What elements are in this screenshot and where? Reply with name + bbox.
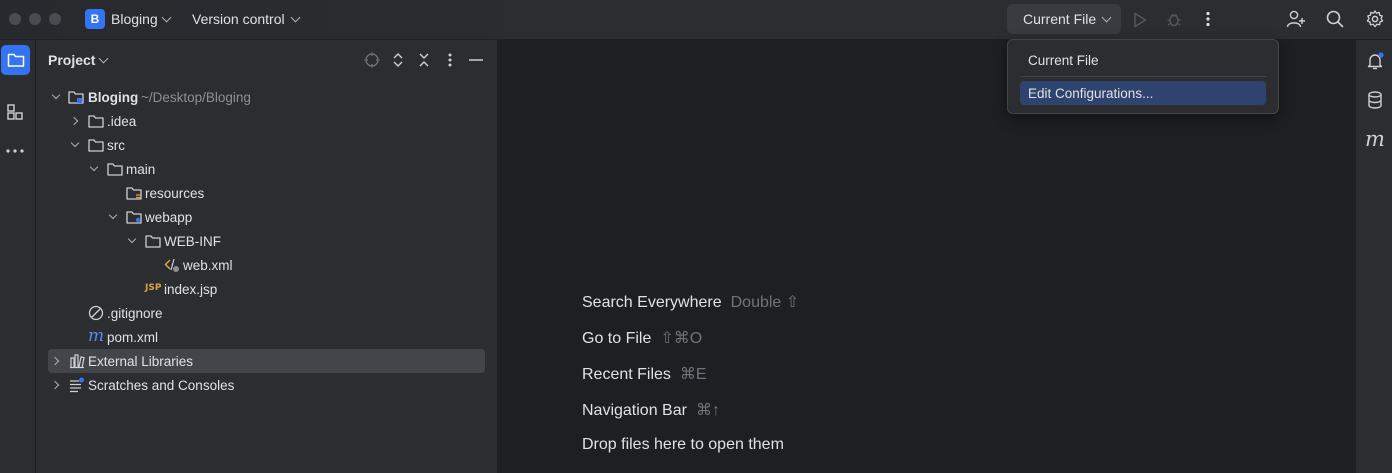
- hint-drop-files: Drop files here to open them: [582, 436, 784, 454]
- search-icon[interactable]: [1325, 9, 1345, 29]
- tree-item-path: ~/Desktop/Bloging: [141, 89, 251, 105]
- more-tool-windows-icon[interactable]: [4, 141, 26, 161]
- hint-shortcut: ⌘↑: [695, 402, 720, 419]
- hint-shortcut: Double ⇧: [730, 294, 800, 311]
- module-folder-icon: [68, 89, 84, 108]
- chevron-down-icon: [290, 12, 301, 23]
- close-window-button[interactable]: [9, 13, 21, 25]
- hint-label: Navigation Bar: [582, 402, 687, 419]
- run-configuration-selector[interactable]: Current File: [1007, 4, 1121, 34]
- version-control-label: Version control: [192, 11, 285, 27]
- hint-label: Go to File: [582, 330, 652, 347]
- maven-tool-icon[interactable]: m: [1364, 127, 1386, 151]
- hide-panel-icon[interactable]: [467, 51, 485, 69]
- project-badge-icon: B: [85, 9, 105, 29]
- left-tool-stripe: [0, 40, 36, 473]
- ignore-file-icon: [88, 305, 104, 324]
- minimize-window-button[interactable]: [29, 13, 41, 25]
- library-icon: [69, 353, 85, 372]
- project-name: Bloging: [111, 11, 158, 27]
- run-configuration-popup: Current File Edit Configurations...: [1007, 39, 1279, 114]
- scratches-icon: [69, 377, 85, 396]
- hint-label: Recent Files: [582, 366, 671, 383]
- settings-gear-icon[interactable]: [1365, 9, 1385, 29]
- run-configuration-label: Current File: [1023, 11, 1097, 27]
- title-bar: B Bloging Version control Current File: [0, 0, 1392, 40]
- project-folder-icon[interactable]: [1, 45, 30, 75]
- chevron-down-icon: [161, 12, 172, 23]
- database-icon[interactable]: [1364, 89, 1386, 111]
- tree-item-label: resources: [145, 185, 205, 201]
- hint-go-to-file[interactable]: Go to File ⇧⌘O: [582, 328, 702, 348]
- tree-item-label: web.xml: [183, 257, 233, 273]
- notifications-bell-icon[interactable]: [1364, 50, 1386, 72]
- hint-recent-files[interactable]: Recent Files ⌘E: [582, 364, 707, 384]
- tree-item-label: pom.xml: [107, 329, 159, 345]
- structure-icon[interactable]: [4, 101, 26, 123]
- chevron-down-icon: [1101, 12, 1112, 23]
- popup-item-current-file[interactable]: Current File: [1020, 48, 1266, 72]
- expand-all-icon[interactable]: [389, 51, 407, 69]
- run-icon[interactable]: [1130, 10, 1150, 30]
- tree-item-label: Scratches and Consoles: [88, 377, 235, 393]
- tree-item-label: .gitignore: [107, 305, 163, 321]
- folder-icon: [107, 161, 123, 180]
- debug-icon[interactable]: [1164, 9, 1184, 29]
- tree-item-label: src: [107, 137, 125, 153]
- hint-shortcut: ⌘E: [679, 366, 707, 383]
- project-panel-title: Project: [48, 52, 96, 68]
- code-with-me-icon[interactable]: [1285, 9, 1307, 29]
- folder-icon: [145, 233, 161, 252]
- jsp-file-icon: JSP: [145, 283, 162, 293]
- web-folder-icon: [126, 209, 142, 228]
- tree-item-label: Bloging: [88, 89, 139, 105]
- tree-item-label: index.jsp: [164, 281, 218, 297]
- folder-icon: [88, 113, 104, 132]
- tree-item-label: .idea: [107, 113, 137, 129]
- hint-navigation-bar[interactable]: Navigation Bar ⌘↑: [582, 400, 720, 420]
- zoom-window-button[interactable]: [49, 13, 61, 25]
- more-actions-icon[interactable]: [1198, 9, 1218, 29]
- options-icon[interactable]: [441, 51, 459, 69]
- tree-item-label: WEB-INF: [164, 233, 221, 249]
- collapse-all-icon[interactable]: [415, 51, 433, 69]
- hint-shortcut: ⇧⌘O: [660, 330, 703, 347]
- popup-separator: [1020, 76, 1266, 77]
- popup-item-edit-configurations[interactable]: Edit Configurations...: [1020, 81, 1266, 105]
- hint-label: Search Everywhere: [582, 294, 722, 311]
- maven-icon: m: [88, 326, 105, 346]
- hint-label: Drop files here to open them: [582, 436, 784, 453]
- locate-file-icon[interactable]: [363, 51, 381, 69]
- tree-item-label: main: [126, 161, 156, 177]
- tree-item-label: webapp: [145, 209, 193, 225]
- xml-file-icon: [164, 257, 180, 276]
- hint-search-everywhere[interactable]: Search Everywhere Double ⇧: [582, 292, 799, 312]
- tree-item-label: External Libraries: [88, 353, 194, 369]
- folder-icon: [88, 137, 104, 156]
- resources-folder-icon: [126, 185, 142, 204]
- right-tool-stripe: m: [1355, 40, 1392, 473]
